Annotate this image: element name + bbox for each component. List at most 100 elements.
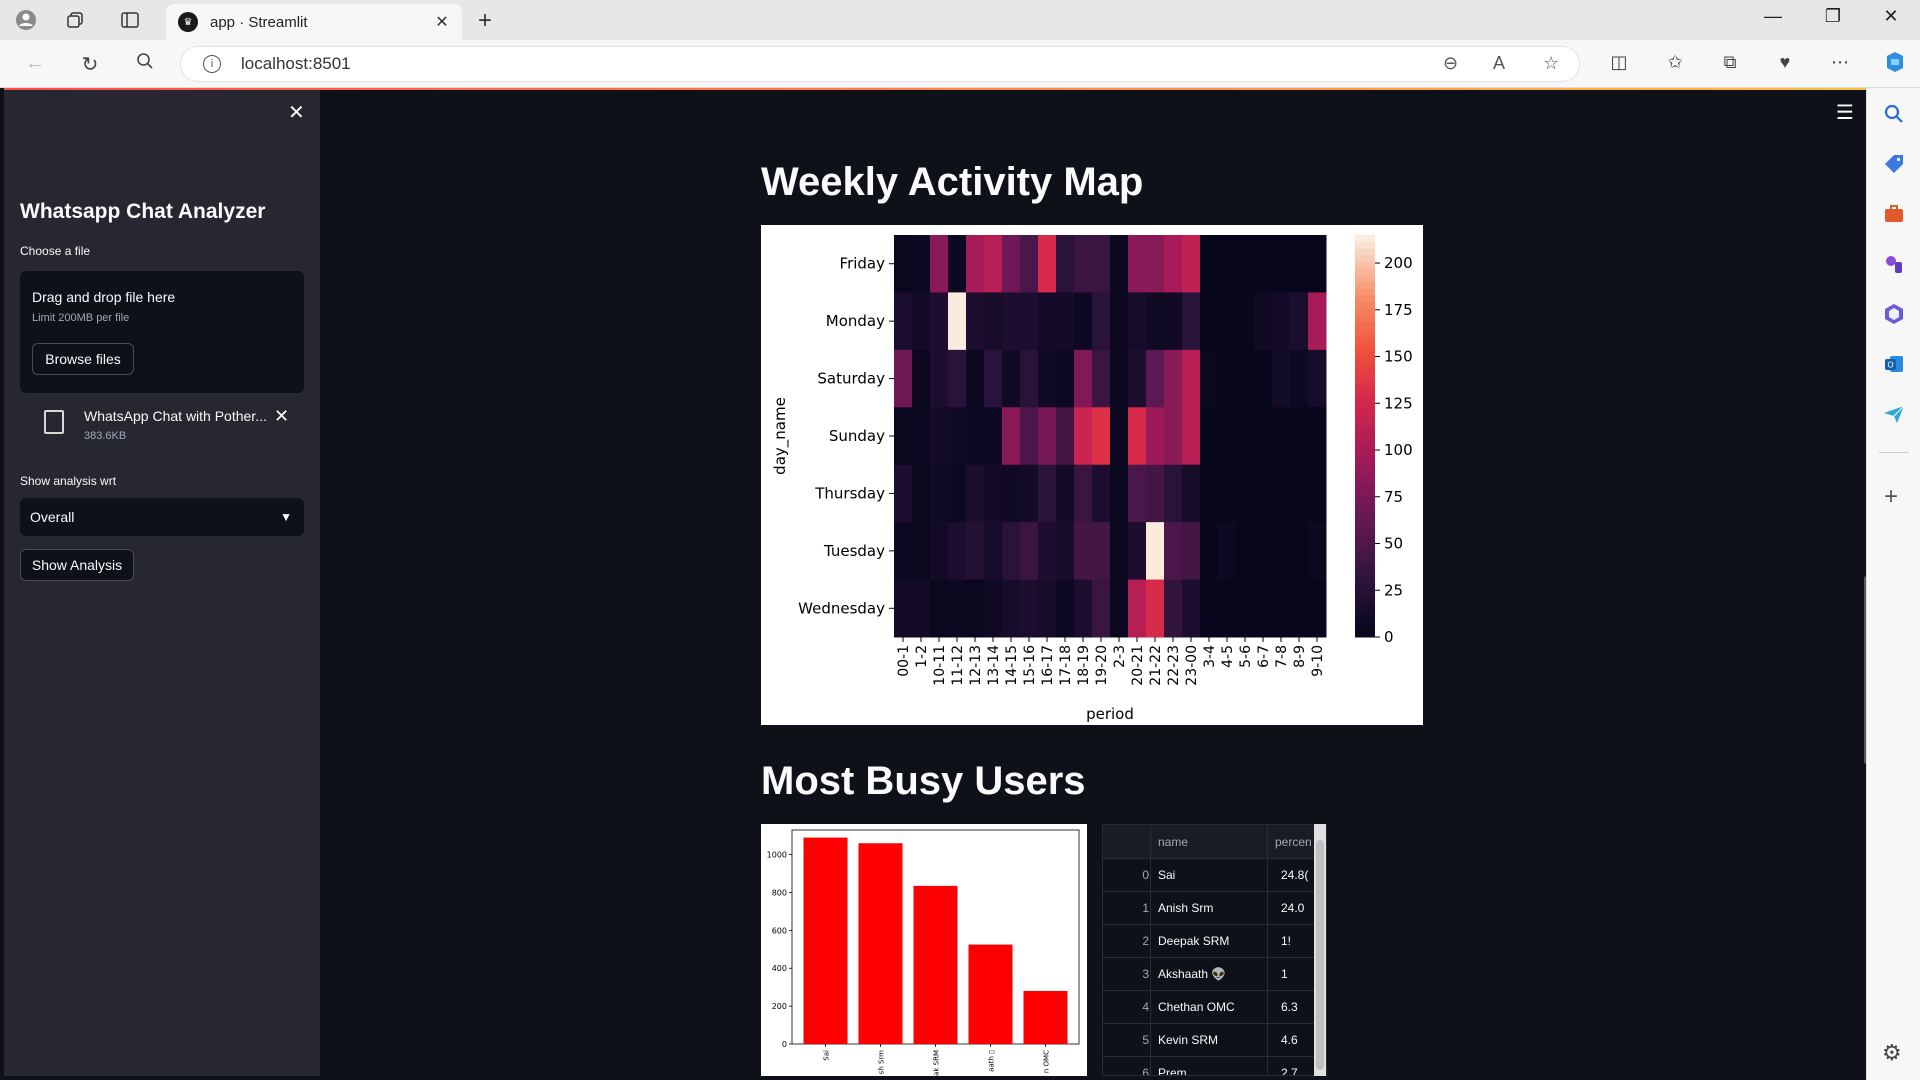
remove-file-icon[interactable]: ✕: [274, 406, 289, 427]
close-sidebar-icon[interactable]: ✕: [288, 100, 305, 125]
sidebar-separator: [1879, 452, 1909, 453]
table-row[interactable]: 2 Deepak SRM 1!: [1103, 925, 1326, 958]
colorbar-segment: [1355, 255, 1375, 263]
search-sidebar-icon[interactable]: [1882, 102, 1906, 126]
sidebar-settings-gear-icon[interactable]: ⚙: [1882, 1040, 1902, 1066]
heatmap-cell: [1146, 349, 1165, 408]
close-tab-icon[interactable]: ✕: [430, 12, 454, 32]
close-window-icon[interactable]: ✕: [1876, 6, 1906, 27]
zoom-out-icon[interactable]: ⊖: [1443, 53, 1458, 74]
minimize-icon[interactable]: —: [1758, 6, 1788, 27]
site-info-icon[interactable]: i: [203, 55, 221, 73]
heatmap-cell: [1074, 349, 1093, 408]
url-field[interactable]: i localhost:8501 ⊖ A ☆: [180, 46, 1580, 82]
x-tick-label: 8-9: [1292, 645, 1308, 668]
table-row[interactable]: 0 Sai 24.8(: [1103, 859, 1326, 892]
cell-name[interactable]: Kevin SRM: [1158, 1033, 1218, 1047]
cell-name[interactable]: Akshaath 👽: [1158, 967, 1226, 981]
add-sidebar-app-icon[interactable]: +: [1884, 483, 1898, 511]
shopping-tag-icon[interactable]: [1882, 152, 1906, 176]
heatmap-cell: [1254, 522, 1273, 581]
x-tick-label: 12-13: [968, 645, 984, 686]
browse-files-button[interactable]: Browse files: [32, 343, 134, 375]
busy-users-table[interactable]: name percen 0 Sai 24.8( 1 Anish Srm 24.0 2 Deep…: [1102, 824, 1327, 1076]
row-index: 2: [1142, 934, 1149, 948]
colorbar-segment: [1355, 630, 1375, 638]
collections-icon[interactable]: ⧉: [1715, 52, 1745, 73]
bar-x-tick-label: ak SRM: [933, 1050, 941, 1076]
colorbar-segment: [1355, 295, 1375, 303]
heatmap-cell: [966, 292, 985, 351]
x-tick-label: 19-20: [1094, 645, 1110, 686]
tools-briefcase-icon[interactable]: [1882, 202, 1906, 226]
x-tick-label: 5-6: [1238, 645, 1254, 668]
column-header-percent[interactable]: percen: [1275, 835, 1312, 849]
page-scrollbar[interactable]: [1864, 576, 1866, 764]
cell-percent[interactable]: 2.7: [1281, 1066, 1298, 1075]
search-icon[interactable]: [130, 52, 160, 76]
restore-icon[interactable]: ❐: [1818, 6, 1848, 27]
read-aloud-icon[interactable]: A: [1493, 53, 1505, 74]
back-icon[interactable]: ←: [20, 52, 50, 75]
table-row[interactable]: 6 Prem 2.7: [1103, 1057, 1326, 1075]
refresh-icon[interactable]: ↻: [75, 52, 105, 77]
colorbar-segment: [1355, 261, 1375, 269]
cell-name[interactable]: Sai: [1158, 868, 1175, 882]
favorite-star-icon[interactable]: ☆: [1543, 53, 1559, 74]
y-tick-label: Tuesday: [823, 542, 885, 560]
colorbar-segment: [1355, 382, 1375, 390]
heatmap-cell: [1146, 464, 1165, 523]
x-tick-label: 13-14: [986, 645, 1002, 686]
send-telegram-icon[interactable]: [1882, 402, 1906, 426]
cell-percent[interactable]: 1: [1281, 967, 1288, 981]
browser-tab[interactable]: ♛ app · Streamlit ✕: [166, 4, 462, 40]
file-dropzone[interactable]: Drag and drop file here Limit 200MB per …: [20, 271, 304, 393]
table-row[interactable]: 1 Anish Srm 24.0: [1103, 892, 1326, 925]
table-scrollbar-thumb[interactable]: [1316, 840, 1324, 1070]
cell-name[interactable]: Prem: [1158, 1066, 1187, 1075]
weekly-activity-heading: Weekly Activity Map: [761, 160, 1144, 204]
heatmap-cell: [1146, 292, 1165, 351]
column-header-name[interactable]: name: [1158, 835, 1188, 849]
tab-actions-icon[interactable]: [118, 8, 142, 32]
colorbar-segment: [1355, 402, 1375, 410]
cell-name[interactable]: Deepak SRM: [1158, 934, 1229, 948]
y-tick-label: Sunday: [829, 427, 885, 445]
colorbar-tick-label: 50: [1384, 535, 1403, 553]
table-row[interactable]: 3 Akshaath 👽 1: [1103, 958, 1326, 991]
cell-name[interactable]: Chethan OMC: [1158, 1000, 1235, 1014]
heatmap-cell: [1236, 407, 1255, 466]
games-icon[interactable]: [1882, 252, 1906, 276]
copilot-icon[interactable]: [1880, 50, 1910, 79]
table-scrollbar[interactable]: [1314, 824, 1326, 1076]
cell-percent[interactable]: 4.6: [1281, 1033, 1298, 1047]
new-tab-icon[interactable]: +: [478, 7, 492, 35]
favorites-icon[interactable]: ✩: [1660, 52, 1690, 73]
heatmap-cell: [1074, 407, 1093, 466]
heatmap-cell: [1218, 407, 1237, 466]
cell-percent[interactable]: 24.0: [1281, 901, 1304, 915]
outlook-icon[interactable]: O: [1882, 352, 1906, 376]
microsoft-365-icon[interactable]: [1882, 302, 1906, 326]
main-menu-icon[interactable]: ☰: [1836, 100, 1854, 125]
show-analysis-button[interactable]: Show Analysis: [20, 549, 134, 581]
cell-percent[interactable]: 6.3: [1281, 1000, 1298, 1014]
cell-percent[interactable]: 1!: [1281, 934, 1291, 948]
app-sidebar: ✕ Whatsapp Chat Analyzer Choose a file D…: [4, 90, 320, 1076]
split-screen-icon[interactable]: ◫: [1604, 52, 1634, 73]
cell-name[interactable]: Anish Srm: [1158, 901, 1213, 915]
table-row[interactable]: 5 Kevin SRM 4.6: [1103, 1024, 1326, 1057]
profile-icon[interactable]: [14, 8, 38, 32]
bar-y-tick-label: 200: [772, 1002, 787, 1011]
more-menu-icon[interactable]: ⋯: [1825, 52, 1855, 73]
health-icon[interactable]: ♥: [1770, 52, 1800, 73]
table-row[interactable]: 4 Chethan OMC 6.3: [1103, 991, 1326, 1024]
colorbar-segment: [1355, 342, 1375, 350]
row-index: 0: [1142, 868, 1149, 882]
cell-percent[interactable]: 24.8(: [1281, 868, 1308, 882]
heatmap-cell: [1146, 522, 1165, 581]
heatmap-cell: [1092, 522, 1111, 581]
url-text: localhost:8501: [241, 54, 351, 73]
analysis-select[interactable]: Overall ▼: [20, 498, 304, 536]
workspaces-icon[interactable]: [64, 8, 88, 32]
